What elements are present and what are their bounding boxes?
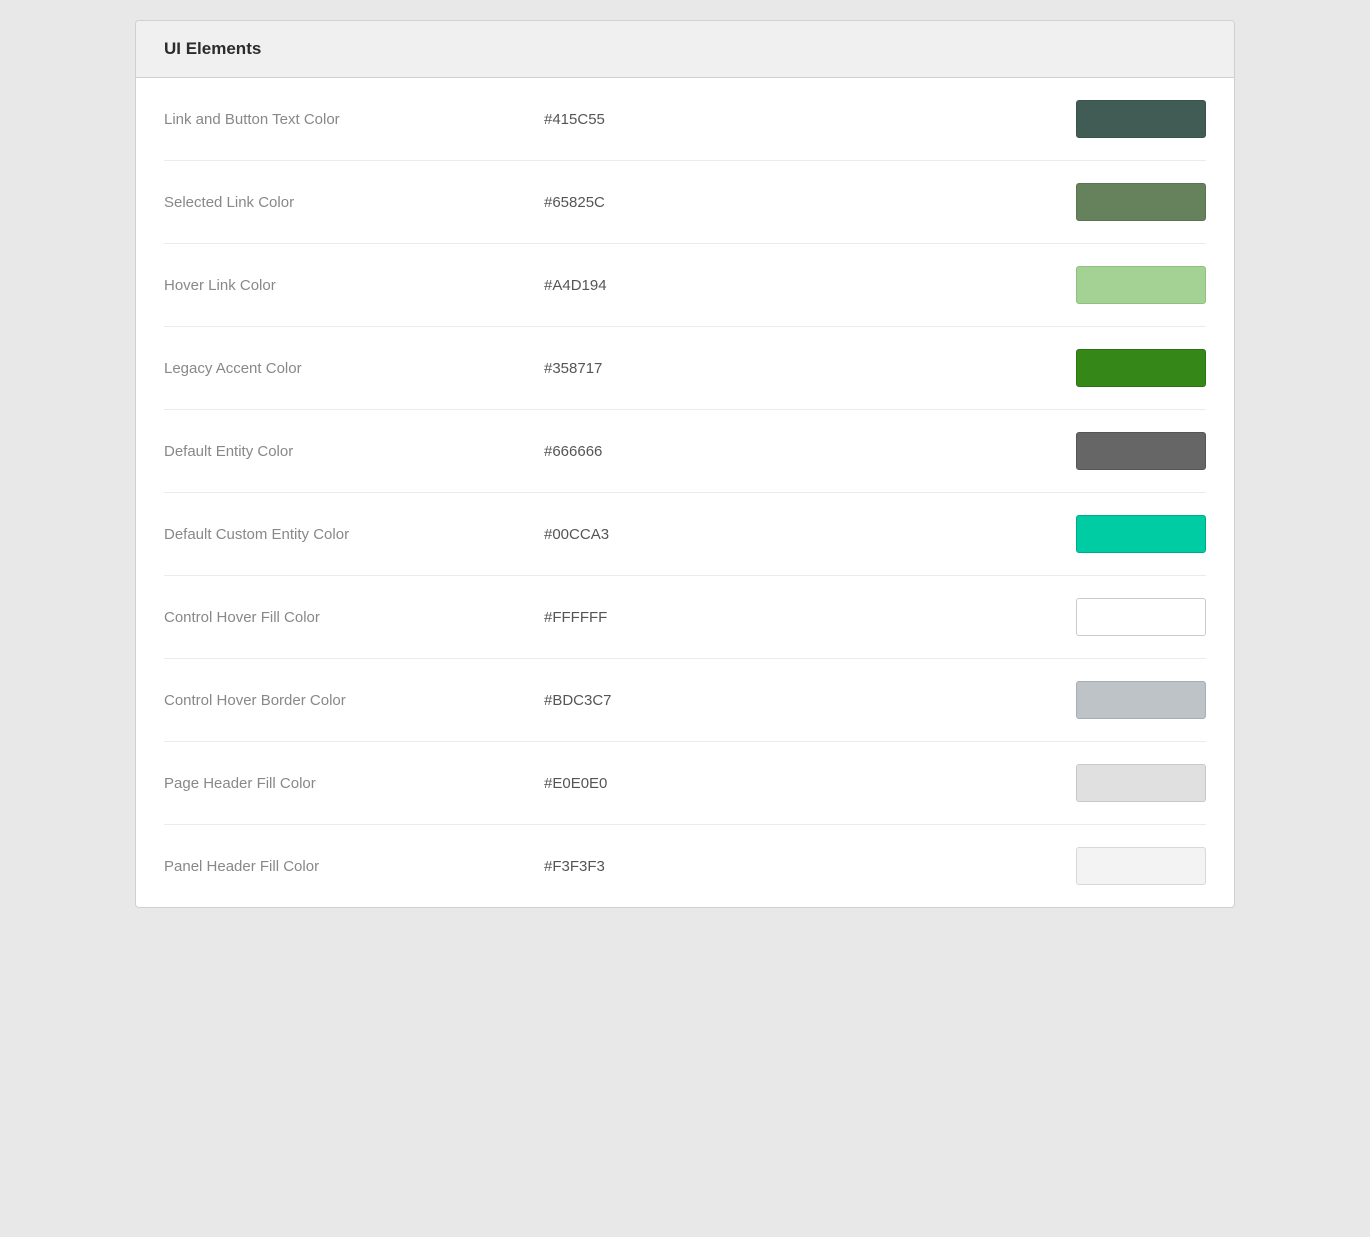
color-hex-value: #00CCA3 — [544, 526, 1076, 543]
color-swatch[interactable] — [1076, 183, 1206, 221]
color-swatch[interactable] — [1076, 432, 1206, 470]
color-row[interactable]: Control Hover Fill Color#FFFFFF — [164, 576, 1206, 659]
color-label: Selected Link Color — [164, 194, 544, 211]
color-label: Legacy Accent Color — [164, 360, 544, 377]
color-label: Link and Button Text Color — [164, 111, 544, 128]
panel-title: UI Elements — [164, 39, 261, 58]
color-hex-value: #666666 — [544, 443, 1076, 460]
panel-header: UI Elements — [136, 21, 1234, 78]
color-hex-value: #F3F3F3 — [544, 858, 1076, 875]
color-hex-value: #415C55 — [544, 111, 1076, 128]
color-hex-value: #A4D194 — [544, 277, 1076, 294]
color-label: Control Hover Border Color — [164, 692, 544, 709]
color-label: Hover Link Color — [164, 277, 544, 294]
color-hex-value: #65825C — [544, 194, 1076, 211]
color-swatch[interactable] — [1076, 598, 1206, 636]
color-label: Default Custom Entity Color — [164, 526, 544, 543]
color-label: Control Hover Fill Color — [164, 609, 544, 626]
color-row[interactable]: Hover Link Color#A4D194 — [164, 244, 1206, 327]
color-row[interactable]: Link and Button Text Color#415C55 — [164, 78, 1206, 161]
color-label: Page Header Fill Color — [164, 775, 544, 792]
color-swatch[interactable] — [1076, 515, 1206, 553]
color-row[interactable]: Selected Link Color#65825C — [164, 161, 1206, 244]
color-hex-value: #BDC3C7 — [544, 692, 1076, 709]
color-label: Default Entity Color — [164, 443, 544, 460]
color-swatch[interactable] — [1076, 847, 1206, 885]
color-row[interactable]: Panel Header Fill Color#F3F3F3 — [164, 825, 1206, 907]
color-swatch[interactable] — [1076, 681, 1206, 719]
color-row[interactable]: Legacy Accent Color#358717 — [164, 327, 1206, 410]
color-hex-value: #FFFFFF — [544, 609, 1076, 626]
color-swatch[interactable] — [1076, 100, 1206, 138]
color-hex-value: #358717 — [544, 360, 1076, 377]
color-row[interactable]: Page Header Fill Color#E0E0E0 — [164, 742, 1206, 825]
color-hex-value: #E0E0E0 — [544, 775, 1076, 792]
ui-elements-panel: UI Elements Link and Button Text Color#4… — [135, 20, 1235, 908]
color-row[interactable]: Control Hover Border Color#BDC3C7 — [164, 659, 1206, 742]
color-row[interactable]: Default Entity Color#666666 — [164, 410, 1206, 493]
color-label: Panel Header Fill Color — [164, 858, 544, 875]
panel-body: Link and Button Text Color#415C55Selecte… — [136, 78, 1234, 907]
color-swatch[interactable] — [1076, 764, 1206, 802]
color-row[interactable]: Default Custom Entity Color#00CCA3 — [164, 493, 1206, 576]
color-swatch[interactable] — [1076, 349, 1206, 387]
color-swatch[interactable] — [1076, 266, 1206, 304]
